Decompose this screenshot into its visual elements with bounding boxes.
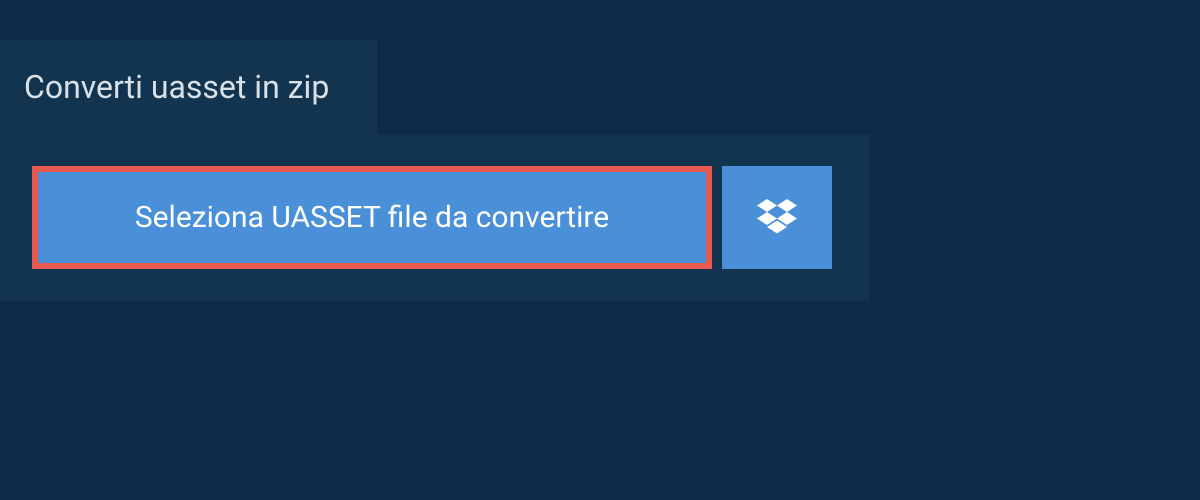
tab-header: Converti uasset in zip — [0, 40, 377, 134]
upload-panel: Seleziona UASSET file da convertire — [0, 134, 870, 301]
select-file-button[interactable]: Seleziona UASSET file da convertire — [32, 166, 712, 269]
button-row: Seleziona UASSET file da convertire — [32, 166, 838, 269]
select-file-label: Seleziona UASSET file da convertire — [135, 200, 609, 235]
dropbox-button[interactable] — [722, 166, 832, 269]
tab-title: Converti uasset in zip — [24, 68, 329, 106]
dropbox-icon — [757, 199, 797, 237]
